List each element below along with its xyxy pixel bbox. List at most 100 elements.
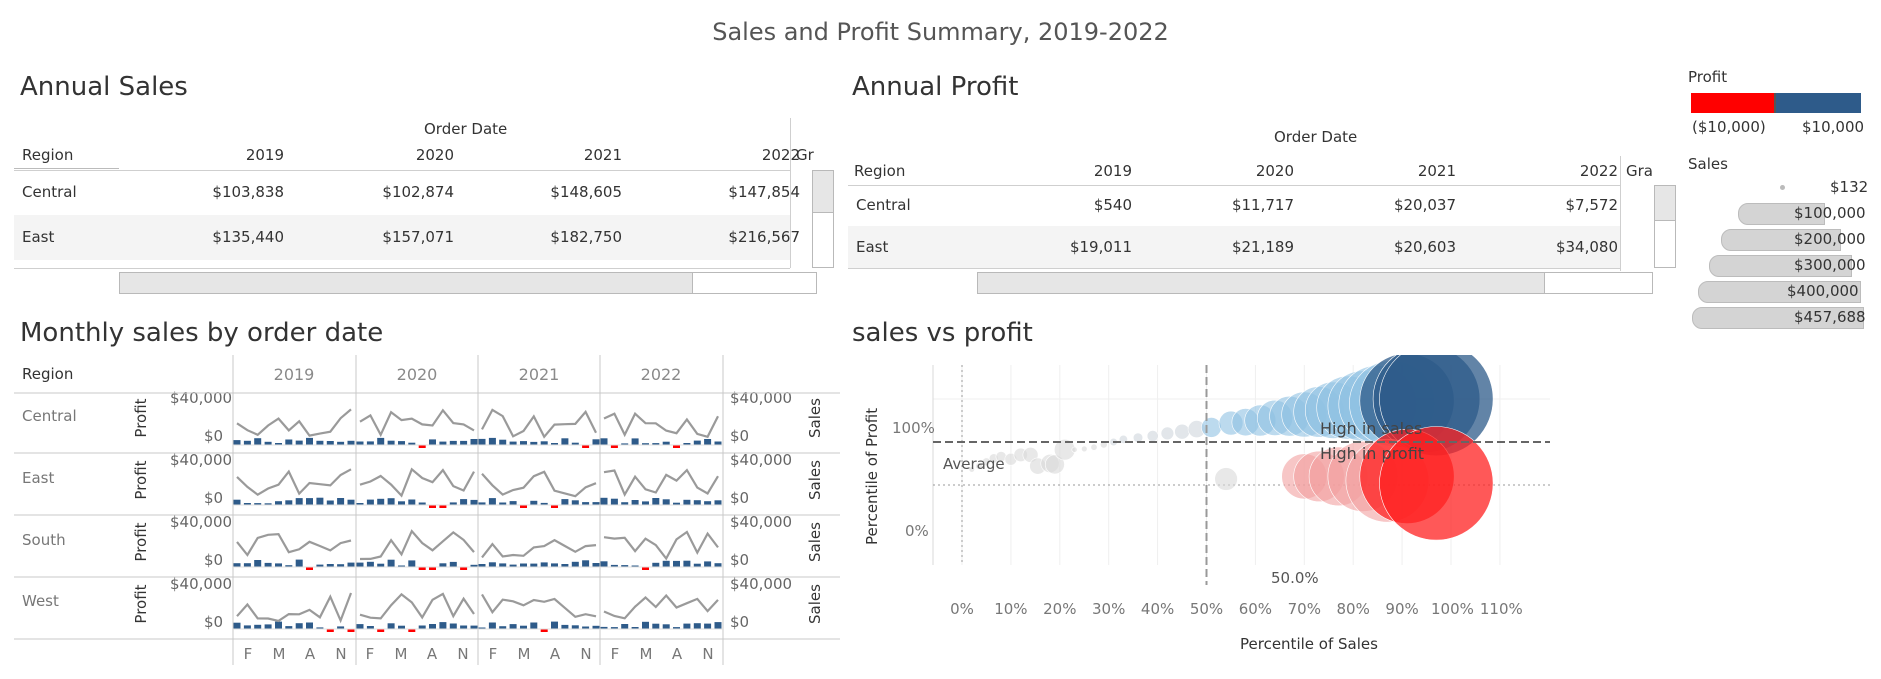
profit-bar bbox=[243, 625, 251, 629]
table-cell: $11,717 bbox=[1231, 196, 1294, 214]
profit-bar bbox=[600, 561, 608, 567]
profit-bar bbox=[478, 438, 486, 445]
table-row[interactable]: Central $103,838 $102,874 $148,605 $147,… bbox=[14, 170, 800, 215]
profit-bar bbox=[561, 438, 569, 445]
col-2022[interactable]: 2022 bbox=[710, 146, 800, 164]
sales-line bbox=[236, 532, 352, 557]
zero-marker bbox=[1774, 93, 1776, 113]
table-cell: $19,011 bbox=[1069, 238, 1132, 256]
vertical-scrollbar[interactable] bbox=[1654, 185, 1676, 268]
scroll-thumb[interactable] bbox=[120, 273, 693, 293]
table-cell: $102,874 bbox=[382, 183, 454, 201]
profit-bar bbox=[275, 621, 282, 629]
sales-line bbox=[481, 593, 597, 619]
profit-bar bbox=[366, 499, 374, 505]
x-tick-label: 80% bbox=[1336, 600, 1370, 618]
y-tick-label: 0% bbox=[905, 522, 929, 540]
profit-bar bbox=[551, 563, 558, 567]
scatter-chart[interactable] bbox=[850, 355, 1680, 675]
sales-line bbox=[236, 408, 352, 437]
order-date-header: Order Date bbox=[1274, 128, 1358, 146]
profit-bar bbox=[233, 563, 241, 567]
col-2022[interactable]: 2022 bbox=[1528, 162, 1618, 180]
profit-bar bbox=[449, 623, 457, 629]
profit-bar bbox=[488, 622, 496, 629]
x-axis-title: Percentile of Sales bbox=[1240, 635, 1378, 653]
profit-bar bbox=[621, 624, 629, 629]
scatter-point bbox=[1146, 430, 1159, 442]
profit-bar bbox=[275, 563, 282, 567]
size-label: $400,000 bbox=[1787, 282, 1859, 300]
profit-bar bbox=[460, 625, 468, 629]
profit-bar bbox=[254, 438, 262, 445]
profit-bar bbox=[377, 498, 385, 505]
col-grand-total[interactable]: Gra bbox=[1626, 162, 1653, 180]
sales-line bbox=[481, 408, 597, 439]
profit-bar bbox=[254, 560, 262, 567]
size-label: $200,000 bbox=[1794, 230, 1866, 248]
profit-bar bbox=[285, 439, 293, 445]
scatter-point bbox=[1174, 423, 1190, 440]
table-cell: $20,037 bbox=[1393, 196, 1456, 214]
profit-bar bbox=[592, 563, 600, 567]
col-grand-total[interactable]: Gr bbox=[796, 146, 814, 164]
profit-bar bbox=[295, 559, 303, 567]
annual-profit-table: Order Date Region 2019 2020 2021 2022 Gr… bbox=[848, 126, 1676, 296]
region-header[interactable]: Region bbox=[854, 162, 905, 180]
table-row[interactable]: East $135,440 $157,071 $182,750 $216,567 bbox=[14, 215, 800, 260]
col-2019[interactable]: 2019 bbox=[1042, 162, 1132, 180]
profit-bar bbox=[714, 441, 722, 445]
col-2021[interactable]: 2021 bbox=[532, 146, 622, 164]
horizontal-scrollbar[interactable] bbox=[119, 272, 817, 294]
profit-bar bbox=[704, 439, 712, 445]
col-2019[interactable]: 2019 bbox=[194, 146, 284, 164]
profit-bar bbox=[571, 500, 579, 505]
table-cell: $7,572 bbox=[1565, 196, 1619, 214]
profit-bar bbox=[652, 562, 660, 567]
col-2020[interactable]: 2020 bbox=[364, 146, 454, 164]
profit-bar bbox=[326, 441, 334, 445]
table-cell: $21,189 bbox=[1231, 238, 1294, 256]
profit-bar bbox=[714, 622, 722, 629]
profit-bar bbox=[683, 560, 691, 567]
profit-bar bbox=[600, 438, 608, 445]
profit-bar bbox=[429, 439, 436, 445]
dashboard-title: Sales and Profit Summary, 2019-2022 bbox=[712, 18, 1169, 46]
table-row[interactable]: East $19,011 $21,189 $20,603 $34,080 bbox=[848, 226, 1620, 268]
annual-sales-table: Order Date Region 2019 2020 2021 2022 Gr… bbox=[14, 118, 834, 294]
x-tick-label: 90% bbox=[1385, 600, 1419, 618]
profit-bar bbox=[439, 563, 447, 567]
col-2021[interactable]: 2021 bbox=[1366, 162, 1456, 180]
profit-bar bbox=[377, 437, 385, 445]
scatter-point bbox=[1201, 417, 1222, 438]
vertical-scrollbar[interactable] bbox=[812, 170, 834, 268]
table-cell: $34,080 bbox=[1555, 238, 1618, 256]
profit-bar bbox=[509, 441, 517, 445]
profit-bar bbox=[470, 625, 478, 629]
size-dot-icon bbox=[1780, 185, 1785, 190]
profit-bar bbox=[243, 563, 251, 567]
scroll-thumb[interactable] bbox=[978, 273, 1545, 293]
table-row[interactable]: Central $540 $11,717 $20,037 $7,572 bbox=[848, 185, 1620, 226]
sales-line bbox=[359, 467, 475, 498]
profit-color-ramp[interactable] bbox=[1691, 93, 1861, 113]
table-cell: $148,605 bbox=[550, 183, 622, 201]
scroll-thumb[interactable] bbox=[813, 171, 833, 213]
region-header[interactable]: Region bbox=[22, 146, 73, 164]
profit-bar bbox=[233, 440, 241, 445]
monthly-sparklines[interactable] bbox=[0, 355, 840, 675]
sales-line bbox=[603, 530, 719, 561]
profit-bar bbox=[306, 498, 313, 505]
col-2020[interactable]: 2020 bbox=[1204, 162, 1294, 180]
scroll-thumb[interactable] bbox=[1655, 186, 1675, 221]
profit-bar bbox=[571, 625, 579, 629]
sales-line bbox=[603, 468, 719, 498]
profit-bar bbox=[398, 501, 405, 505]
horizontal-scrollbar[interactable] bbox=[977, 272, 1653, 294]
profit-bar bbox=[551, 621, 558, 629]
sales-line bbox=[236, 592, 353, 624]
table-cell: $20,603 bbox=[1393, 238, 1456, 256]
y-axis-title: Percentile of Profit bbox=[863, 407, 881, 545]
table-cell: $540 bbox=[1093, 196, 1132, 214]
profit-bar bbox=[264, 562, 272, 567]
